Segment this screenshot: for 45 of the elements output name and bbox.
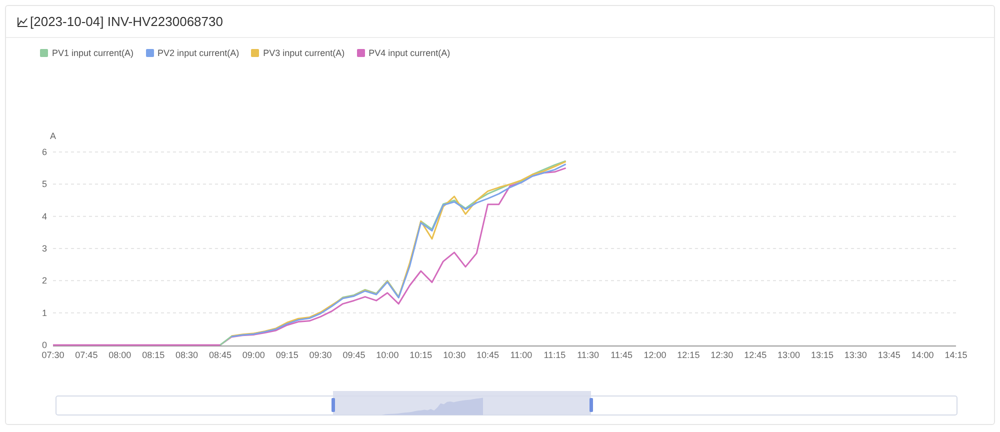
y-axis-title: A [50,131,56,141]
x-tick-label: 14:00 [911,350,934,360]
x-tick-label: 12:30 [710,350,734,360]
x-tick-label: 13:30 [844,350,867,360]
range-slider[interactable] [56,391,958,416]
legend-item[interactable]: PV1 input current(A) [40,46,134,60]
y-tick-label: 6 [42,147,47,157]
x-tick-label: 10:00 [376,350,399,360]
legend-item[interactable]: PV3 input current(A) [251,46,345,60]
x-tick-label: 09:45 [342,350,366,360]
x-tick-label: 13:45 [878,350,900,360]
x-tick-label: 08:00 [108,350,132,360]
x-tick-label: 07:30 [42,350,64,360]
x-tick-label: 09:30 [309,350,332,360]
y-tick-label: 2 [42,276,47,286]
x-tick-label: 08:15 [142,350,165,360]
x-tick-label: 13:00 [778,350,800,360]
x-tick-label: 13:15 [810,350,834,360]
y-tick-label: 5 [42,179,47,190]
chart-title: [2023-10-04] INV-HV2230068730 [30,14,223,29]
x-tick-label: 10:45 [476,350,500,360]
x-tick-label: 09:15 [276,350,298,360]
x-tick-label: 11:30 [577,350,600,360]
x-tick-label: 11:00 [510,350,532,360]
x-tick-label: 14:15 [944,350,968,360]
x-tick-label: 12:00 [644,350,666,360]
x-tick-label: 08:30 [176,350,198,360]
y-tick-label: 3 [42,244,47,254]
y-tick-label: 4 [42,211,47,222]
slider-handle[interactable] [332,398,335,412]
legend-item[interactable]: PV2 input current(A) [146,46,240,60]
x-tick-label: 11:15 [544,350,566,360]
x-tick-label: 08:45 [208,350,232,360]
x-tick-label: 11:45 [610,350,632,360]
legend-item[interactable]: PV4 input current(A) [356,46,450,60]
y-tick-label: 1 [42,308,47,318]
y-tick-label: 0 [42,340,47,350]
line-chart-icon [17,16,28,26]
x-tick-label: 07:45 [75,350,98,360]
x-tick-label: 12:45 [744,350,767,360]
x-tick-label: 10:15 [410,350,432,360]
x-tick-label: 12:15 [677,350,700,360]
slider-handle[interactable] [590,398,593,412]
x-tick-label: 09:00 [242,350,265,360]
x-tick-label: 10:30 [443,350,466,360]
